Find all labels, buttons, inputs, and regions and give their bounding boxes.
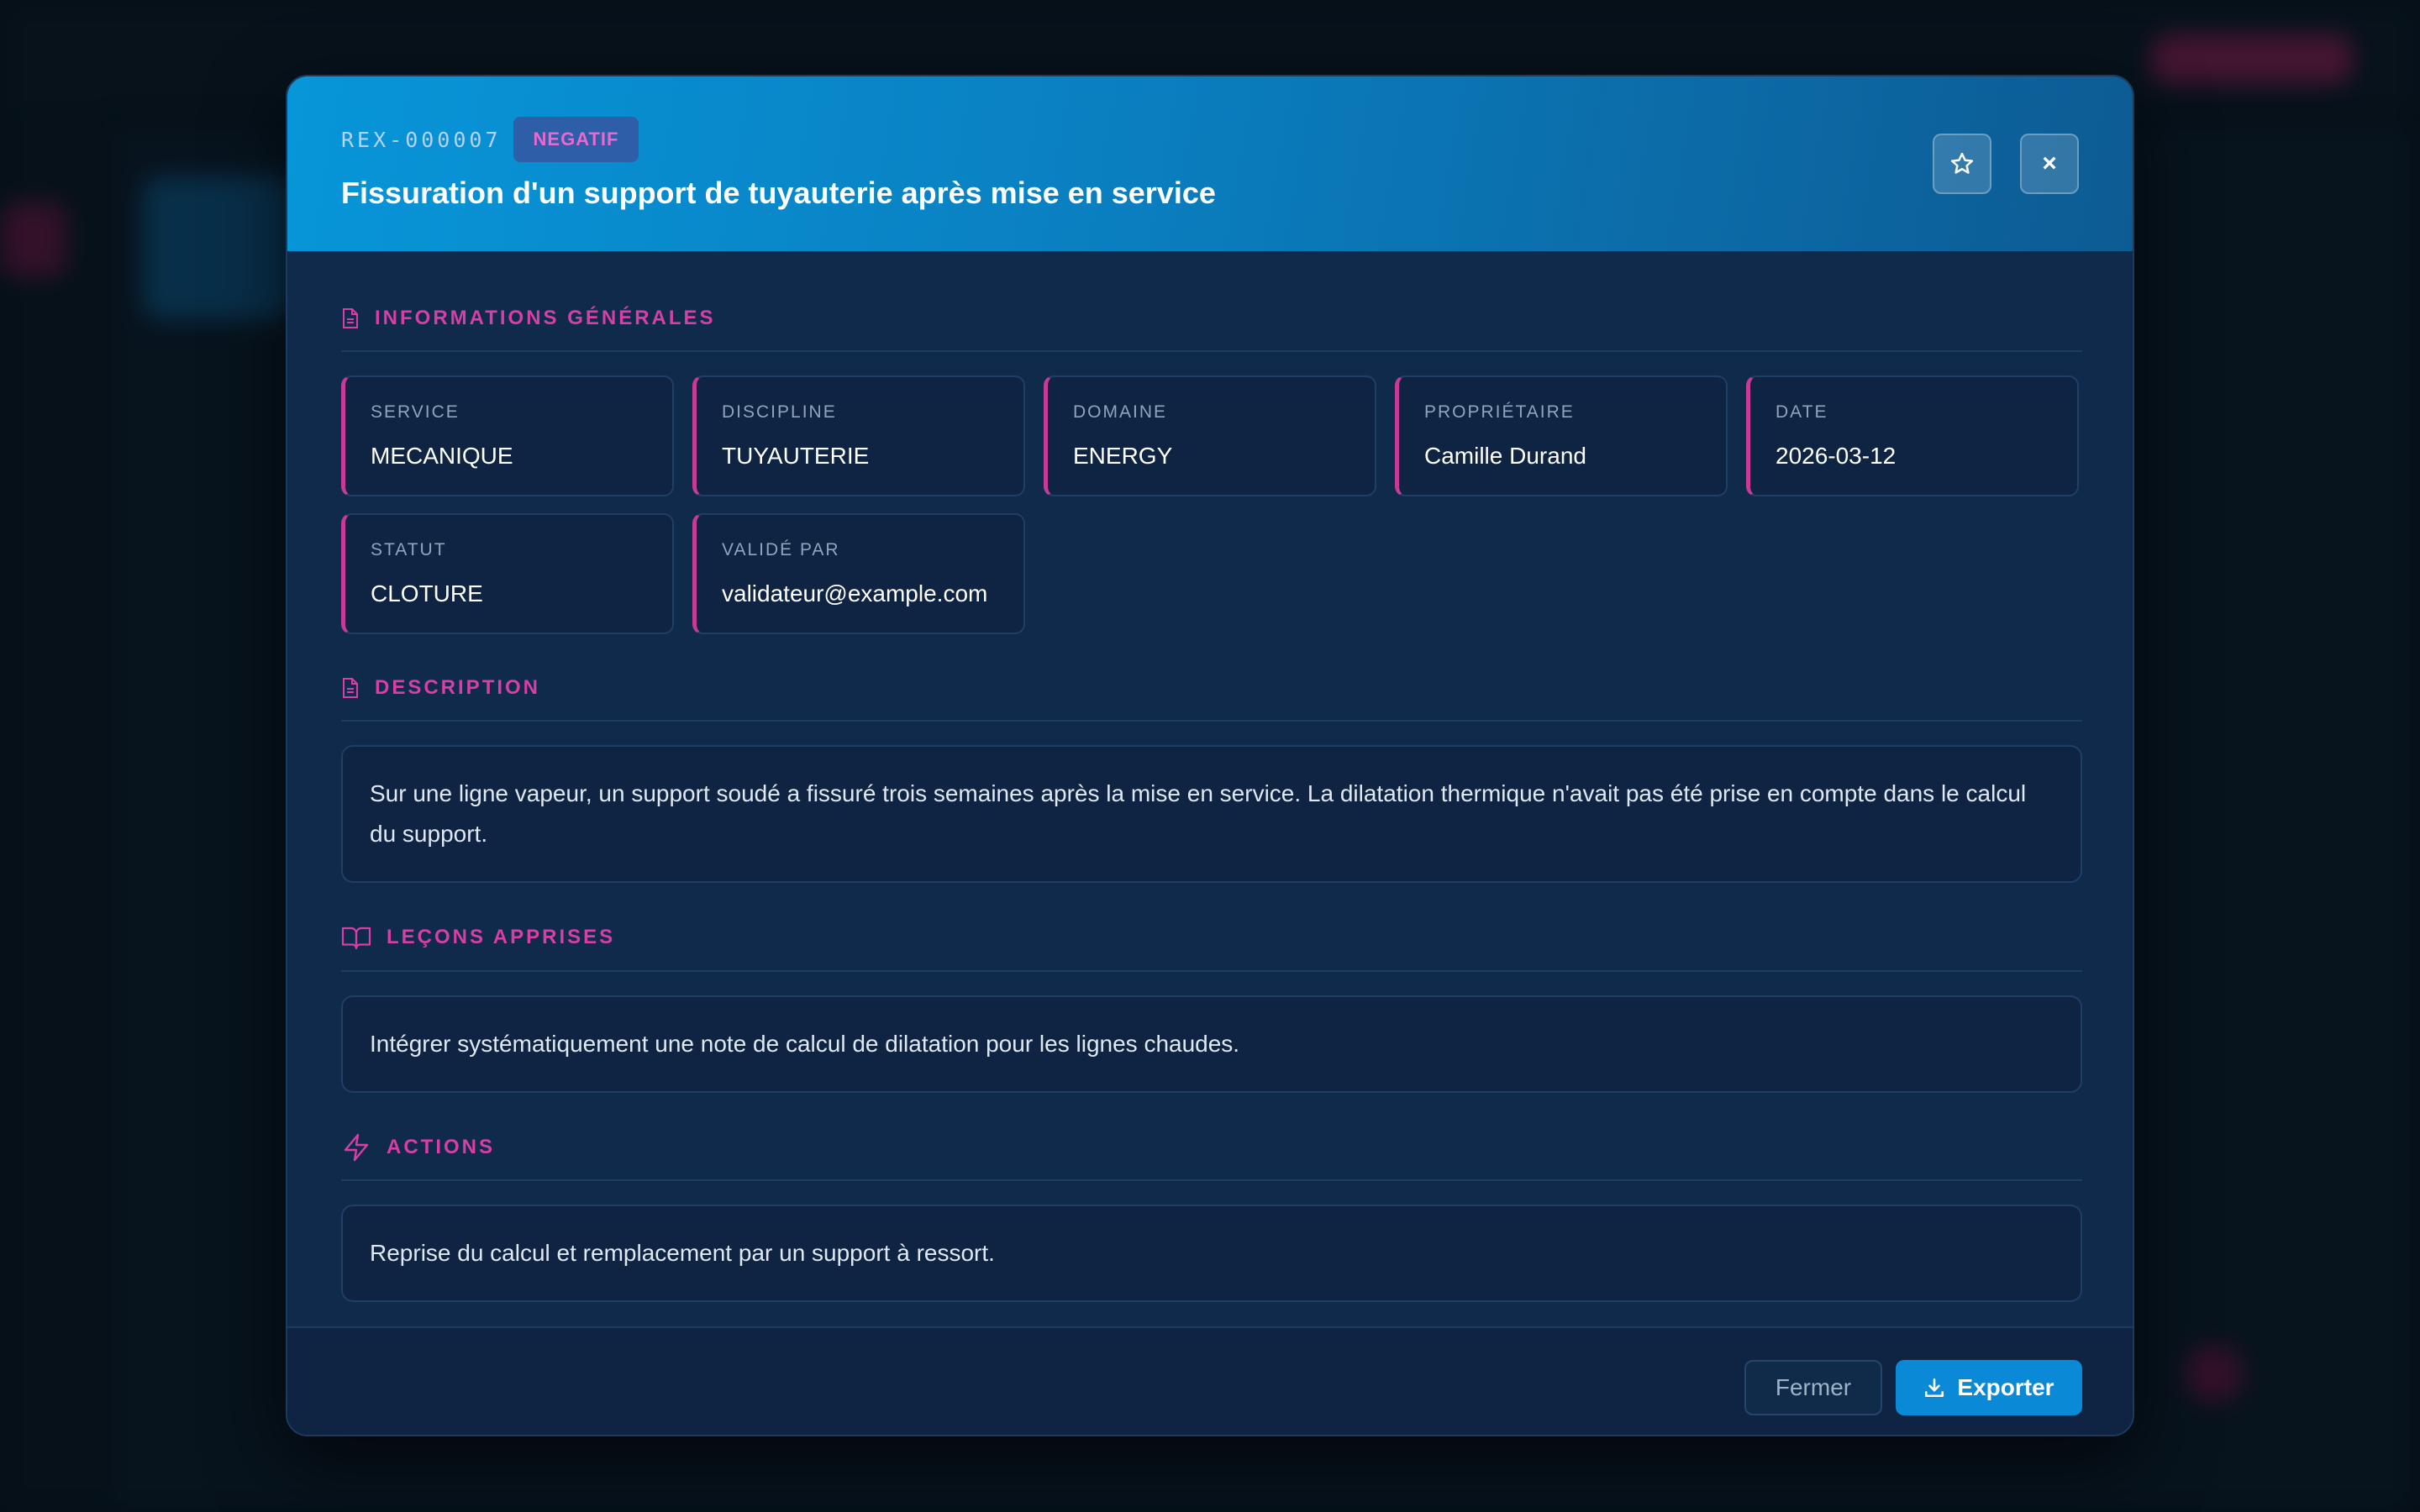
field-date: DATE 2026-03-12	[1746, 375, 2079, 496]
reference-id: REX-000007	[341, 127, 502, 152]
section-description-label: DESCRIPTION	[375, 676, 541, 699]
favorite-button[interactable]	[1933, 134, 1991, 194]
section-general-label: INFORMATIONS GÉNÉRALES	[375, 307, 716, 329]
section-actions-title: ACTIONS	[341, 1133, 495, 1162]
section-general-title: INFORMATIONS GÉNÉRALES	[341, 307, 716, 330]
modal-title: Fissuration d'un support de tuyauterie a…	[341, 176, 1216, 210]
section-lessons-label: LEÇONS APPRISES	[387, 926, 616, 948]
close-icon: ×	[2042, 150, 2057, 177]
document-icon	[343, 678, 358, 698]
description-text: Sur une ligne vapeur, un support soudé a…	[341, 745, 2082, 883]
star-icon	[1950, 152, 1974, 174]
field-domaine: DOMAINE ENERGY	[1044, 375, 1376, 496]
reference-row: REX-000007 NEGATIF	[341, 117, 639, 162]
lessons-text: Intégrer systématiquement une note de ca…	[341, 995, 2082, 1093]
close-button[interactable]: ×	[2020, 134, 2079, 194]
lightning-icon	[344, 1133, 369, 1162]
section-divider	[341, 720, 2082, 722]
section-actions-label: ACTIONS	[387, 1136, 495, 1158]
export-label: Exporter	[1957, 1374, 2054, 1400]
book-open-icon	[341, 927, 371, 950]
download-icon	[1925, 1378, 1944, 1398]
fermer-button[interactable]: Fermer	[1744, 1360, 1882, 1415]
rex-detail-modal: REX-000007 NEGATIF Fissuration d'un supp…	[286, 75, 2134, 1436]
section-divider	[341, 350, 2082, 352]
field-discipline: DISCIPLINE TUYAUTERIE	[692, 375, 1025, 496]
field-proprietaire: PROPRIÉTAIRE Camille Durand	[1395, 375, 1728, 496]
type-badge: NEGATIF	[513, 117, 639, 162]
modal-footer: Fermer Exporter	[287, 1326, 2133, 1435]
section-divider	[341, 970, 2082, 972]
section-divider	[341, 1179, 2082, 1181]
export-button[interactable]: Exporter	[1896, 1360, 2082, 1415]
actions-text: Reprise du calcul et remplacement par un…	[341, 1205, 2082, 1302]
field-service: SERVICE MECANIQUE	[341, 375, 674, 496]
modal-header: REX-000007 NEGATIF Fissuration d'un supp…	[287, 76, 2133, 251]
section-description-title: DESCRIPTION	[341, 676, 540, 700]
document-icon	[343, 308, 358, 328]
field-valide-par: VALIDÉ PAR validateur@example.com	[692, 513, 1025, 634]
section-lessons-title: LEÇONS APPRISES	[341, 925, 615, 950]
field-statut: STATUT CLOTURE	[341, 513, 674, 634]
